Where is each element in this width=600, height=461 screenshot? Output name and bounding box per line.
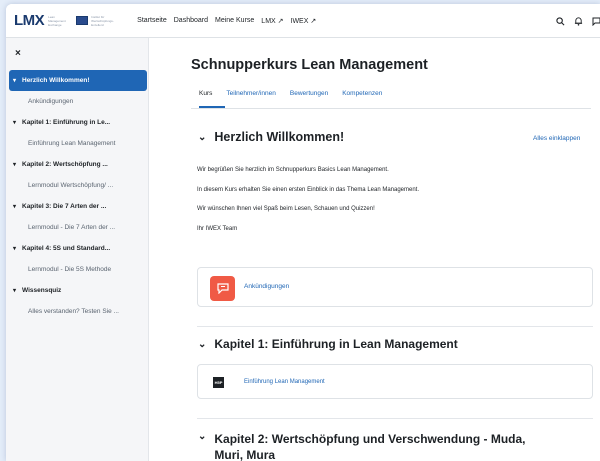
chevron-down-icon[interactable]: ▾ <box>13 245 22 252</box>
nav-dashboard[interactable]: Dashboard <box>174 17 208 25</box>
section-divider <box>197 418 593 419</box>
chevron-down-icon[interactable]: ▾ <box>13 77 22 84</box>
section-title: Kapitel 2: Wertschöpfung und Verschwendu… <box>214 432 526 446</box>
chevron-down-icon[interactable]: ⌄ <box>198 431 206 442</box>
section-header-welcome[interactable]: ⌄ Herzlich Willkommen! <box>198 130 344 144</box>
tab-competencies[interactable]: Kompetenzen <box>342 90 382 97</box>
top-navbar: LMX Lean Management Exchange Institut fü… <box>6 4 600 38</box>
nav-meine-kurse[interactable]: Meine Kurse <box>215 17 254 25</box>
sidebar-item-label: Alles verstanden? Testen Sie ... <box>28 308 119 315</box>
nav-iwex-external[interactable]: IWEX ↗ <box>291 17 317 25</box>
section-title: Herzlich Willkommen! <box>214 130 345 144</box>
chevron-down-icon[interactable]: ⌄ <box>198 132 206 143</box>
sidebar-item-intro-lean[interactable]: Einführung Lean Management <box>6 133 149 154</box>
activity-link[interactable]: Einführung Lean Management <box>244 379 325 385</box>
nav-startseite[interactable]: Startseite <box>137 17 167 25</box>
sidebar-item-label: Wissensquiz <box>22 287 62 294</box>
welcome-paragraph: In diesem Kurs erhalten Sie einen ersten… <box>197 187 420 193</box>
sidebar-item-label: Kapitel 3: Die 7 Arten der ... <box>22 203 107 210</box>
sidebar-section-chapter-3[interactable]: ▾ Kapitel 3: Die 7 Arten der ... <box>6 196 149 217</box>
sidebar-item-label: Kapitel 2: Wertschöpfung ... <box>22 161 108 168</box>
sidebar-item-label: Lernmodul - Die 5S Methode <box>28 266 112 273</box>
section-header-chapter-2[interactable]: ⌄ Kapitel 2: Wertschöpfung und Verschwen… <box>198 431 526 461</box>
sidebar-item-value-module[interactable]: Lernmodul Wertschöpfung/ ... <box>6 175 149 196</box>
search-icon[interactable] <box>556 16 565 26</box>
course-tabs: Kurs Teilnehmer/innen Bewertungen Kompet… <box>191 90 382 97</box>
chevron-down-icon[interactable]: ▾ <box>13 203 22 210</box>
activity-intro-lean[interactable]: H5P Einführung Lean Management <box>197 364 593 399</box>
primary-navigation: Startseite Dashboard Meine Kurse LMX ↗ I… <box>137 17 316 25</box>
course-index-list: ▾ Herzlich Willkommen! Ankündigungen ▾ K… <box>6 70 149 322</box>
section-divider <box>197 326 593 327</box>
sidebar-section-chapter-4[interactable]: ▾ Kapitel 4: 5S und Standard... <box>6 238 149 259</box>
course-index-drawer: × ▾ Herzlich Willkommen! Ankündigungen ▾… <box>6 38 149 461</box>
bell-icon[interactable] <box>574 16 583 26</box>
section-title: Kapitel 1: Einführung in Lean Management <box>214 337 458 351</box>
sidebar-item-label: Kapitel 4: 5S und Standard... <box>22 245 111 252</box>
sidebar-item-seven-wastes[interactable]: Lernmodul - Die 7 Arten der ... <box>6 217 149 238</box>
activity-announcements[interactable]: Ankündigungen <box>197 267 593 307</box>
welcome-paragraph: Wir begrüßen Sie herzlich im Schnupperku… <box>197 167 389 173</box>
sidebar-item-5s-method[interactable]: Lernmodul - Die 5S Methode <box>6 259 149 280</box>
partner-mark-icon <box>76 16 89 25</box>
partner-logo: Institut für Wertschöpfungs-Exzellenz <box>76 15 117 27</box>
sidebar-item-quiz-test[interactable]: Alles verstanden? Testen Sie ... <box>6 301 149 322</box>
chevron-down-icon[interactable]: ▾ <box>13 161 22 168</box>
sidebar-item-announcements[interactable]: Ankündigungen <box>6 91 149 112</box>
partner-text: Institut für Wertschöpfungs-Exzellenz <box>91 14 114 27</box>
page-title: Schnupperkurs Lean Management <box>191 57 428 73</box>
sidebar-item-label: Kapitel 1: Einführung in Le... <box>22 119 111 126</box>
close-icon[interactable]: × <box>15 48 21 59</box>
sidebar-item-label: Lernmodul Wertschöpfung/ ... <box>28 182 114 189</box>
sidebar-section-chapter-2[interactable]: ▾ Kapitel 2: Wertschöpfung ... <box>6 154 149 175</box>
tab-participants[interactable]: Teilnehmer/innen <box>226 90 276 97</box>
sidebar-item-label: Herzlich Willkommen! <box>22 77 90 84</box>
tab-kurs[interactable]: Kurs <box>199 90 212 97</box>
sidebar-item-label: Lernmodul - Die 7 Arten der ... <box>28 224 116 231</box>
tab-grades[interactable]: Bewertungen <box>290 90 328 97</box>
chevron-down-icon[interactable]: ▾ <box>13 287 22 294</box>
chevron-down-icon[interactable]: ⌄ <box>198 339 206 350</box>
section-header-chapter-1[interactable]: ⌄ Kapitel 1: Einführung in Lean Manageme… <box>198 337 458 351</box>
sidebar-item-label: Einführung Lean Management <box>28 140 116 147</box>
tabs-divider <box>191 108 591 109</box>
collapse-all-link[interactable]: Alles einklappen <box>533 135 580 142</box>
sidebar-section-welcome[interactable]: ▾ Herzlich Willkommen! <box>9 70 147 91</box>
sidebar-section-quiz[interactable]: ▾ Wissensquiz <box>6 280 149 301</box>
forum-icon <box>210 276 235 301</box>
h5p-icon: H5P <box>213 377 224 388</box>
sidebar-section-chapter-1[interactable]: ▾ Kapitel 1: Einführung in Le... <box>6 112 149 133</box>
nav-lmx-external[interactable]: LMX ↗ <box>261 17 283 25</box>
lmx-logo[interactable]: LMX <box>14 12 45 29</box>
navbar-actions <box>556 4 600 38</box>
chat-icon[interactable] <box>592 17 600 26</box>
section-title-wrap: Kapitel 2: Wertschöpfung und Verschwendu… <box>214 431 525 461</box>
welcome-signature: Ihr IWEX Team <box>197 226 238 232</box>
welcome-paragraph: Wir wünschen Ihnen viel Spaß beim Lesen,… <box>197 206 375 212</box>
activity-link[interactable]: Ankündigungen <box>244 283 289 290</box>
logo-subtitle: Lean Management Exchange <box>48 14 66 27</box>
chevron-down-icon[interactable]: ▾ <box>13 119 22 126</box>
browser-window: LMX Lean Management Exchange Institut fü… <box>6 4 600 461</box>
section-title-continued: Muri, Mura <box>214 448 276 461</box>
sidebar-item-label: Ankündigungen <box>28 98 74 105</box>
course-content: Schnupperkurs Lean Management Kurs Teiln… <box>149 38 600 461</box>
